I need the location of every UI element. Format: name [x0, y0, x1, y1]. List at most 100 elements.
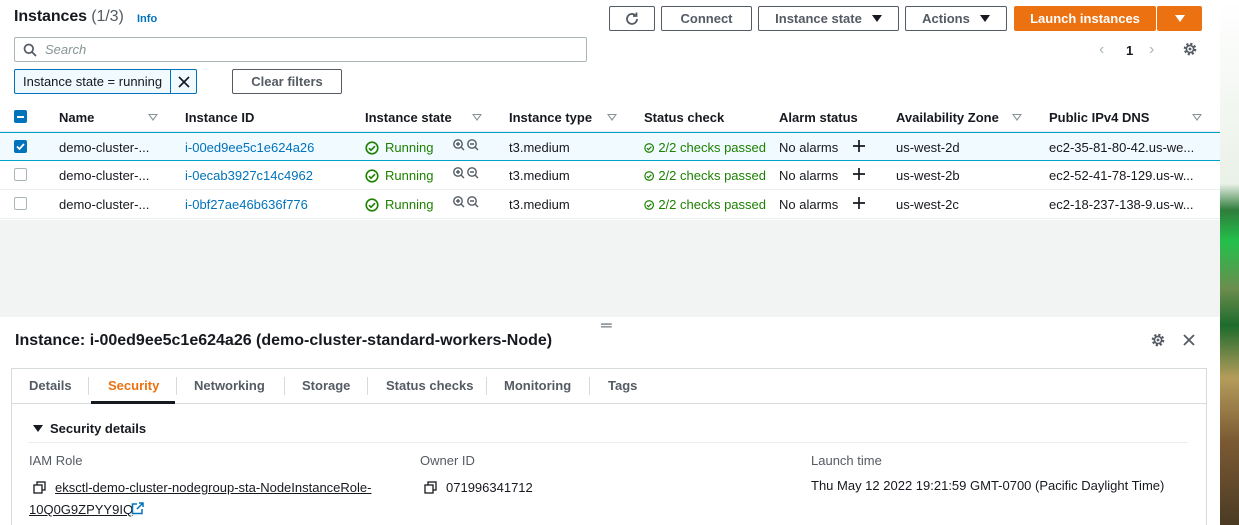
search-input[interactable]: Search	[14, 37, 587, 62]
sort-icon[interactable]	[1012, 114, 1022, 121]
instance-state-button[interactable]: Instance state	[758, 6, 899, 31]
alarm-status: No alarms	[779, 140, 839, 155]
owner-id-value: 071996341712	[446, 480, 533, 495]
alarm-status: No alarms	[779, 168, 839, 183]
column-header-availability-zone[interactable]: Availability Zone	[896, 110, 999, 125]
preferences-gear-icon[interactable]	[1182, 41, 1198, 60]
next-page-icon[interactable]: ›	[1149, 41, 1154, 59]
public-dns: ec2-52-41-78-129.us-w...	[1049, 168, 1194, 183]
actions-button[interactable]: Actions	[905, 6, 1007, 31]
tab-status-checks[interactable]: Status checks	[386, 378, 473, 393]
tab-divider	[88, 377, 89, 395]
refresh-icon	[626, 12, 638, 25]
copy-icon[interactable]	[424, 481, 437, 497]
tab-divider	[367, 377, 368, 395]
public-dns: ec2-18-237-138-9.us-w...	[1049, 197, 1194, 212]
check-circle-icon	[644, 142, 655, 153]
current-page[interactable]: 1	[1126, 43, 1133, 58]
page-title-text: Instances	[14, 8, 87, 25]
column-header-instance-type[interactable]: Instance type	[509, 110, 592, 125]
row-checkbox[interactable]	[14, 140, 27, 153]
check-circle-icon	[644, 170, 655, 181]
add-alarm-plus-icon[interactable]	[852, 167, 866, 184]
launch-dropdown-button[interactable]	[1157, 6, 1202, 31]
launch-time-value: Thu May 12 2022 19:21:59 GMT-0700 (Pacif…	[811, 478, 1165, 493]
tab-tags[interactable]: Tags	[608, 378, 637, 393]
desktop-background-strip	[1220, 0, 1239, 525]
status-check-text: 2/2 checks passed	[658, 140, 766, 155]
previous-page-icon[interactable]: ‹	[1099, 41, 1104, 59]
table-row[interactable]: demo-cluster-... i-0bf27ae46b636f776 Run…	[0, 190, 1220, 219]
table-row[interactable]: demo-cluster-... i-0ecab3927c14c4962 Run…	[0, 161, 1220, 190]
remove-filter-close-icon[interactable]	[171, 70, 196, 93]
column-header-status-check[interactable]: Status check	[644, 110, 724, 125]
iam-role-link[interactable]: eksctl-demo-cluster-nodegroup-sta-NodeIn…	[55, 480, 371, 495]
add-alarm-plus-icon[interactable]	[852, 196, 866, 213]
launch-instances-button[interactable]: Launch instances	[1014, 6, 1156, 31]
check-circle-icon	[644, 199, 655, 210]
sort-icon[interactable]	[472, 114, 482, 121]
owner-id-label: Owner ID	[420, 453, 475, 468]
info-link[interactable]: Info	[137, 13, 157, 25]
check-circle-icon	[365, 168, 379, 183]
external-link-icon[interactable]	[131, 502, 144, 518]
details-close-icon[interactable]	[1181, 332, 1197, 351]
zoom-in-out-icon[interactable]	[452, 166, 480, 185]
instance-name: demo-cluster-...	[59, 197, 150, 212]
tab-divider	[176, 377, 177, 395]
caret-down-icon	[871, 15, 882, 22]
column-header-public-dns[interactable]: Public IPv4 DNS	[1049, 110, 1149, 125]
instance-id-link[interactable]: i-0bf27ae46b636f776	[185, 197, 308, 212]
row-checkbox[interactable]	[14, 197, 27, 210]
column-header-name[interactable]: Name	[59, 110, 94, 125]
tab-details[interactable]: Details	[29, 378, 72, 393]
resize-handle-icon[interactable]: ═	[601, 317, 612, 334]
zoom-in-out-icon[interactable]	[452, 195, 480, 214]
status-check-text: 2/2 checks passed	[658, 197, 766, 212]
sort-icon[interactable]	[148, 114, 158, 121]
public-dns: ec2-35-81-80-42.us-we...	[1049, 140, 1195, 155]
add-alarm-plus-icon[interactable]	[852, 139, 866, 156]
instance-state-text: Running	[385, 140, 434, 155]
column-header-alarm-status[interactable]: Alarm status	[779, 110, 858, 125]
column-header-instance-id[interactable]: Instance ID	[185, 110, 254, 125]
table-header: Name Instance ID Instance state Instance…	[0, 103, 1220, 132]
tab-security[interactable]: Security	[108, 378, 159, 393]
connect-button[interactable]: Connect	[661, 6, 752, 31]
filter-token: Instance state = running	[14, 69, 198, 94]
column-header-instance-state[interactable]: Instance state	[365, 110, 452, 125]
section-divider	[28, 442, 1188, 443]
selection-count: (1/3)	[91, 8, 124, 25]
instance-state-cell: Running	[365, 140, 433, 155]
caret-down-icon	[979, 15, 990, 22]
tab-divider	[589, 377, 590, 395]
instance-id-link[interactable]: i-0ecab3927c14c4962	[185, 168, 313, 183]
instance-name: demo-cluster-...	[59, 140, 150, 155]
page-title: Instances (1/3)	[14, 8, 124, 26]
instance-id-link[interactable]: i-00ed9ee5c1e624a26	[185, 140, 314, 155]
security-details-heading: Security details	[50, 421, 147, 436]
instance-state-cell: Running	[365, 197, 433, 212]
refresh-button[interactable]	[609, 6, 655, 31]
details-settings-gear-icon[interactable]	[1150, 332, 1166, 351]
copy-icon[interactable]	[33, 481, 46, 497]
iam-role-label: IAM Role	[29, 453, 83, 468]
tab-networking[interactable]: Networking	[194, 378, 265, 393]
status-check-cell: 2/2 checks passed	[644, 140, 766, 155]
instance-state-button-label: Instance state	[775, 11, 862, 26]
tab-storage[interactable]: Storage	[302, 378, 350, 393]
availability-zone: us-west-2d	[896, 140, 960, 155]
select-all-checkbox[interactable]	[14, 110, 27, 123]
iam-role-link-continued[interactable]: 10Q0G9ZPYY9IQ	[29, 502, 133, 517]
clear-filters-button[interactable]: Clear filters	[232, 69, 342, 94]
launch-time-label: Launch time	[811, 453, 882, 468]
sort-icon[interactable]	[607, 114, 617, 121]
security-details-section-toggle[interactable]: Security details	[33, 421, 146, 436]
table-row[interactable]: demo-cluster-... i-00ed9ee5c1e624a26 Run…	[0, 132, 1220, 161]
sort-icon[interactable]	[1192, 114, 1202, 121]
row-checkbox[interactable]	[14, 168, 27, 181]
zoom-in-out-icon[interactable]	[452, 138, 480, 157]
actions-button-label: Actions	[922, 11, 970, 26]
tab-monitoring[interactable]: Monitoring	[504, 378, 571, 393]
instance-type: t3.medium	[509, 168, 570, 183]
